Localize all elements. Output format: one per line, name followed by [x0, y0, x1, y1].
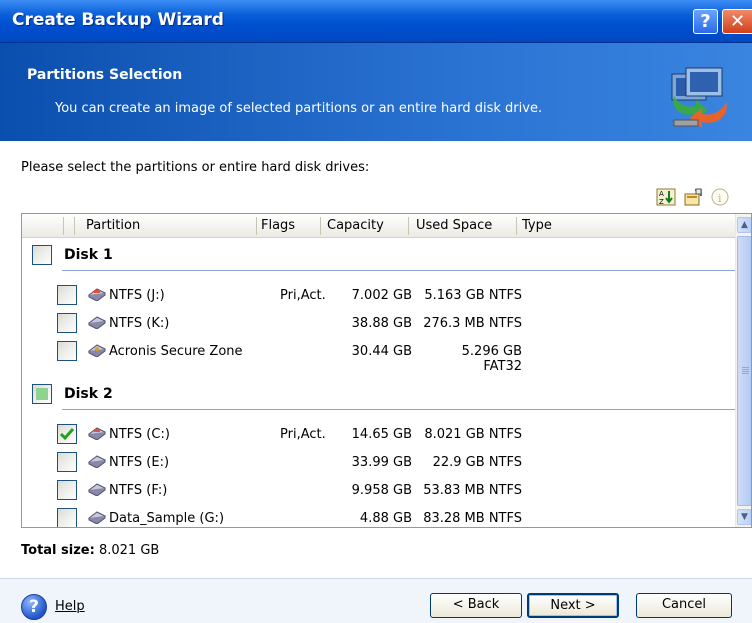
partition-type: FAT32: [483, 359, 522, 374]
vertical-scrollbar[interactable]: ▲ ▼: [735, 214, 751, 527]
disk-name: Disk 2: [64, 386, 113, 402]
close-button[interactable]: ✕: [722, 9, 752, 34]
step-title: Partitions Selection: [27, 67, 183, 83]
instruction-text: Please select the partitions or entire h…: [21, 160, 370, 175]
column-capacity[interactable]: Capacity: [327, 218, 384, 233]
partition-checkbox[interactable]: [57, 508, 77, 527]
svg-text:A: A: [659, 190, 664, 198]
column-type[interactable]: Type: [522, 218, 552, 233]
partition-type: NTFS: [488, 427, 522, 442]
partition-used: 83.28 MB: [423, 511, 485, 526]
svg-text:Z: Z: [659, 198, 664, 206]
partition-used: 8.021 GB: [424, 427, 485, 442]
partition-flags: Pri,Act.: [280, 427, 326, 442]
partition-name: NTFS (J:): [109, 288, 165, 303]
total-size-value: 8.021 GB: [98, 543, 160, 558]
partition-checkbox[interactable]: [57, 452, 77, 472]
partition-checkbox-checked[interactable]: [57, 424, 77, 444]
help-link[interactable]: Help: [55, 599, 85, 614]
help-icon[interactable]: ?: [21, 594, 47, 620]
sort-icon[interactable]: A Z: [656, 188, 676, 206]
partition-type: NTFS: [488, 483, 522, 498]
partition-type: NTFS: [488, 288, 522, 303]
backup-wizard-logo-icon: [671, 67, 727, 128]
help-titlebar-icon: ?: [700, 11, 711, 32]
secure-zone-icon: [88, 344, 106, 357]
partition-capacity: 9.958 GB: [351, 483, 412, 498]
title-bar: Create Backup Wizard ? ✕: [0, 0, 752, 43]
partition-icon: [88, 483, 106, 496]
partition-checkbox[interactable]: [57, 313, 77, 333]
scroll-up-arrow-icon[interactable]: ▲: [737, 217, 751, 233]
partition-row[interactable]: NTFS (J:) Pri,Act. 7.002 GB 5.163 GB NTF…: [22, 282, 735, 308]
partition-type: NTFS: [488, 455, 522, 470]
partition-row[interactable]: Acronis Secure Zone 30.44 GB 5.296 GB FA…: [22, 338, 735, 374]
partition-capacity: 38.88 GB: [351, 316, 412, 331]
partition-row[interactable]: NTFS (K:) 38.88 GB 276.3 MB NTFS: [22, 310, 735, 336]
partition-name: Data_Sample (G:): [109, 511, 225, 526]
partition-row[interactable]: NTFS (E:) 33.99 GB 22.9 GB NTFS: [22, 449, 735, 475]
partitions-list[interactable]: Partition Flags Capacity Used Space Type…: [21, 213, 752, 528]
partition-icon: [88, 288, 106, 301]
partition-name: Acronis Secure Zone: [109, 344, 243, 359]
partition-used: 276.3 MB: [423, 316, 485, 331]
partition-used: 53.83 MB: [423, 483, 485, 498]
column-partition[interactable]: Partition: [86, 218, 140, 233]
partition-flags: Pri,Act.: [280, 288, 326, 303]
total-size: Total size: 8.021 GB: [21, 543, 159, 558]
disk-row-1[interactable]: Disk 1: [22, 241, 735, 271]
close-icon: ✕: [729, 11, 746, 32]
partition-row[interactable]: NTFS (F:) 9.958 GB 53.83 MB NTFS: [22, 477, 735, 503]
partition-used: 5.163 GB: [424, 288, 485, 303]
disk-1-checkbox[interactable]: [32, 245, 52, 265]
disk-2-checkbox[interactable]: [32, 384, 52, 404]
wizard-header: Partitions Selection You can create an i…: [0, 43, 752, 141]
partition-capacity: 7.002 GB: [351, 288, 412, 303]
partition-name: NTFS (E:): [109, 455, 170, 470]
disk-row-2[interactable]: Disk 2: [22, 380, 735, 410]
cancel-button[interactable]: Cancel: [636, 593, 732, 618]
partition-row[interactable]: NTFS (C:) Pri,Act. 14.65 GB 8.021 GB NTF…: [22, 421, 735, 447]
step-subtitle: You can create an image of selected part…: [55, 101, 543, 116]
partition-capacity: 4.88 GB: [359, 511, 412, 526]
partition-row[interactable]: Data_Sample (G:) 4.88 GB 83.28 MB NTFS: [22, 505, 735, 527]
partition-name: NTFS (F:): [109, 483, 168, 498]
partition-used: 22.9 GB: [432, 455, 485, 470]
scroll-down-arrow-icon[interactable]: ▼: [737, 509, 751, 525]
info-icon: i: [711, 188, 729, 206]
partition-icon: [88, 316, 106, 329]
window-title: Create Backup Wizard: [12, 10, 224, 30]
column-flags[interactable]: Flags: [261, 218, 295, 233]
partition-checkbox[interactable]: [57, 285, 77, 305]
properties-icon[interactable]: [683, 188, 703, 206]
partition-type: NTFS: [488, 316, 522, 331]
partition-type: NTFS: [488, 511, 522, 526]
partition-capacity: 30.44 GB: [351, 344, 412, 359]
column-header: Partition Flags Capacity Used Space Type: [22, 214, 735, 238]
scrollbar-thumb[interactable]: [737, 236, 751, 506]
column-used-space[interactable]: Used Space: [416, 218, 492, 233]
next-button[interactable]: Next >: [527, 593, 619, 618]
back-button[interactable]: < Back: [430, 593, 522, 618]
partition-checkbox[interactable]: [57, 341, 77, 361]
total-size-label: Total size:: [21, 543, 95, 558]
disk-name: Disk 1: [64, 247, 113, 263]
partition-capacity: 33.99 GB: [351, 455, 412, 470]
partition-icon: [88, 511, 106, 524]
partition-name: NTFS (K:): [109, 316, 170, 331]
partition-icon: [88, 427, 106, 440]
partition-name: NTFS (C:): [109, 427, 170, 442]
partition-capacity: 14.65 GB: [351, 427, 412, 442]
svg-text:i: i: [718, 192, 722, 205]
partition-icon: [88, 455, 106, 468]
checkmark-icon: [59, 428, 75, 441]
partition-used: 5.296 GB: [461, 344, 522, 359]
partition-checkbox[interactable]: [57, 480, 77, 500]
help-titlebar-button[interactable]: ?: [693, 9, 718, 34]
